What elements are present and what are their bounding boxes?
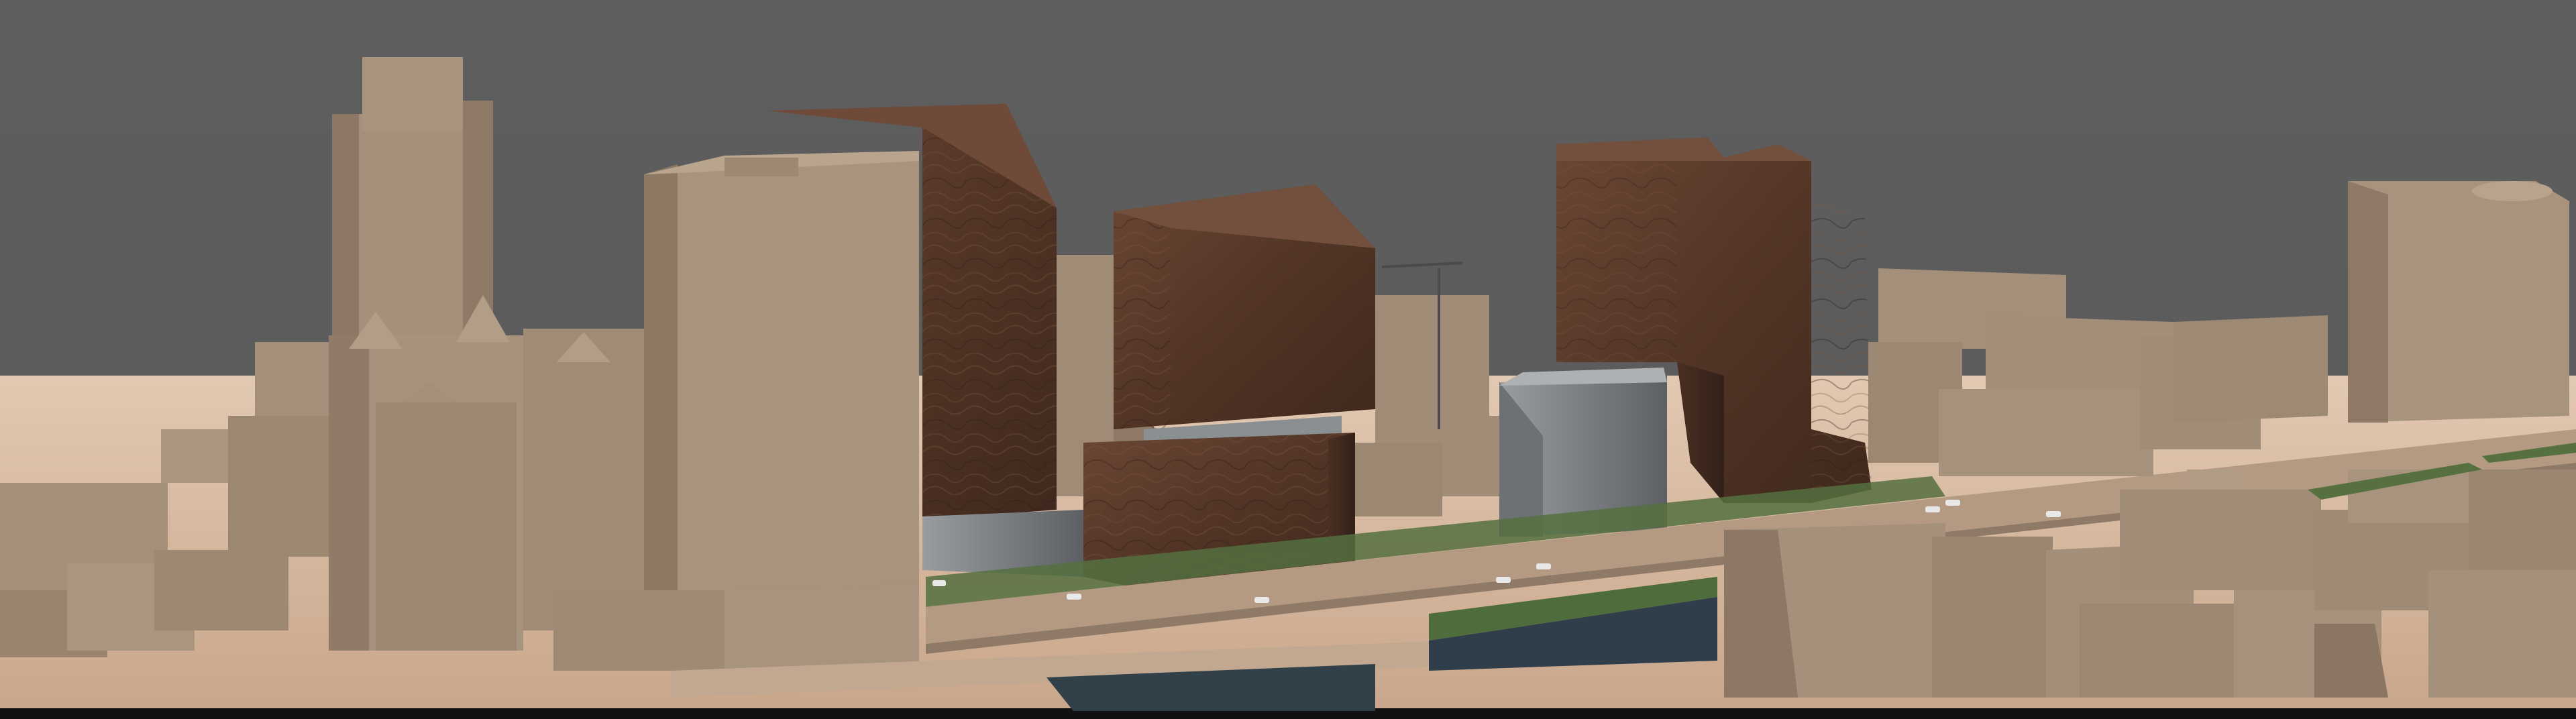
- architectural-model-render: [0, 0, 2576, 719]
- walnut-tower-2: [1083, 184, 1375, 597]
